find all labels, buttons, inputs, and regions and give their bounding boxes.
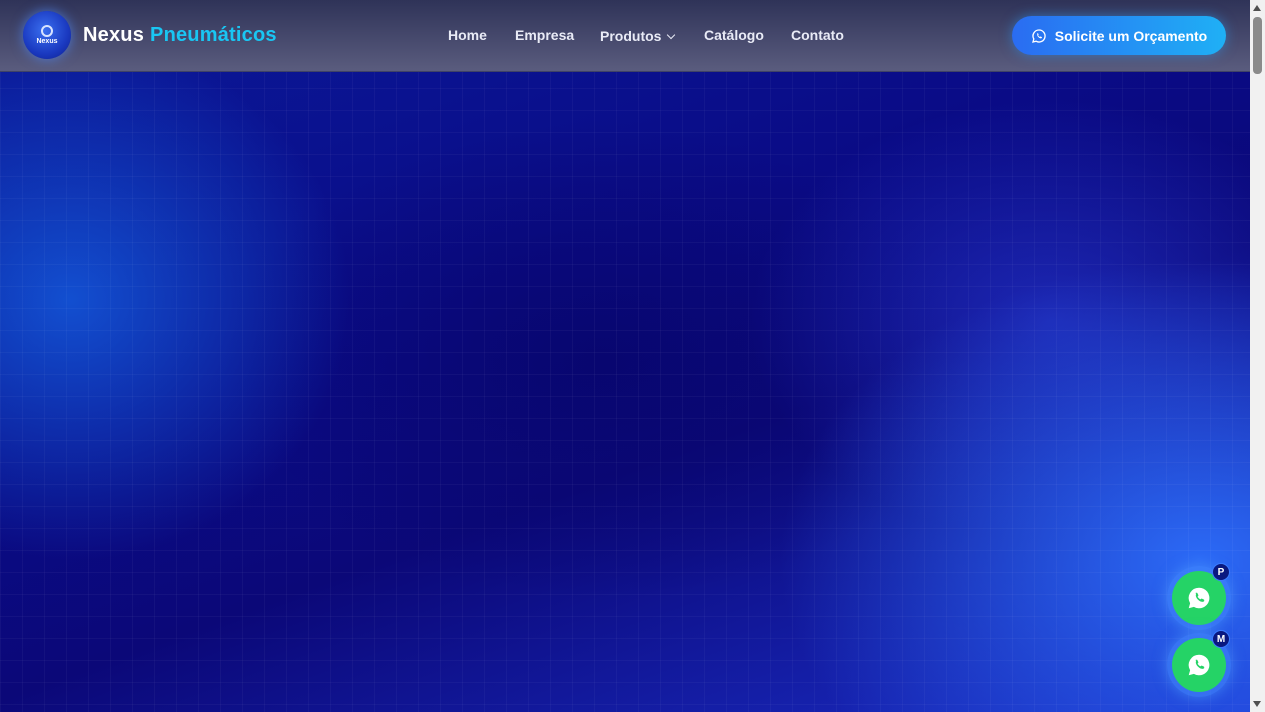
fab-badge-m: M — [1212, 630, 1230, 648]
logo-text: Nexus — [36, 38, 58, 45]
brand-name-primary: Nexus — [83, 24, 145, 46]
nav-contato[interactable]: Contato — [791, 27, 844, 43]
scrollbar-thumb[interactable] — [1253, 17, 1262, 74]
nav-catalogo[interactable]: Catálogo — [704, 27, 764, 43]
scroll-down-arrow-icon[interactable] — [1253, 701, 1261, 707]
whatsapp-icon — [1031, 28, 1046, 43]
nav-produtos[interactable]: Produtos — [600, 28, 676, 44]
whatsapp-float-button-m[interactable]: M — [1167, 630, 1231, 697]
chevron-down-icon — [667, 30, 676, 40]
hero-grid-overlay — [0, 0, 1250, 712]
whatsapp-float-button-p[interactable]: P — [1167, 563, 1231, 630]
logo[interactable]: Nexus — [23, 11, 71, 59]
nav-empresa[interactable]: Empresa — [515, 27, 574, 43]
request-quote-button[interactable]: Solicite um Orçamento — [1012, 16, 1226, 55]
scroll-up-arrow-icon[interactable] — [1253, 5, 1261, 11]
top-navbar: Nexus Nexus Pneumáticos Home Empresa Prod… — [0, 0, 1250, 72]
brand-name[interactable]: Nexus Pneumáticos — [83, 24, 277, 47]
whatsapp-icon — [1188, 654, 1210, 676]
gear-icon — [41, 25, 53, 37]
vertical-scrollbar[interactable] — [1250, 0, 1265, 712]
nav-home[interactable]: Home — [448, 27, 487, 43]
fab-badge-p: P — [1212, 563, 1230, 581]
hero-background — [0, 0, 1250, 712]
brand-name-accent: Pneumáticos — [150, 24, 277, 46]
nav-produtos-label: Produtos — [600, 28, 662, 44]
whatsapp-icon — [1188, 587, 1210, 609]
request-quote-label: Solicite um Orçamento — [1054, 27, 1208, 44]
